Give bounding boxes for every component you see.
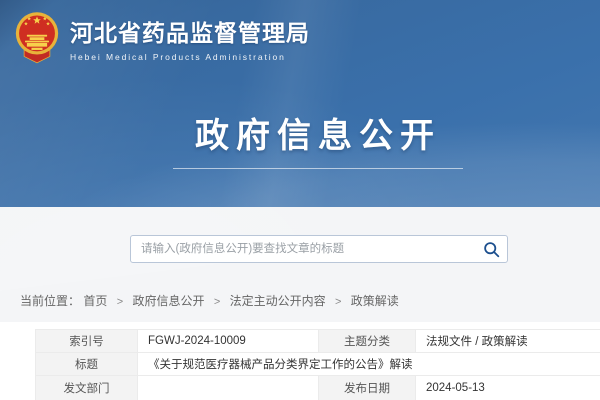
site-title: 河北省药品监督管理局 <box>70 14 310 48</box>
breadcrumb-separator: > <box>117 296 123 308</box>
site-brand-link[interactable]: 河北省药品监督管理局 Hebei Medical Products Admini… <box>14 10 310 66</box>
field-value-issuing-department <box>138 376 319 400</box>
field-label-title: 标题 <box>36 353 138 376</box>
page: 河北省药品监督管理局 Hebei Medical Products Admini… <box>0 0 600 400</box>
breadcrumb-prefix: 当前位置： <box>20 294 80 308</box>
banner: 政府信息公开 <box>36 116 600 169</box>
field-value-index-number: FGWJ-2024-10009 <box>138 330 319 353</box>
field-label-index-number: 索引号 <box>36 330 138 353</box>
breadcrumb-item-statutory-disclosure[interactable]: 法定主动公开内容 <box>230 294 326 308</box>
site-header: 河北省药品监督管理局 Hebei Medical Products Admini… <box>0 0 600 207</box>
field-label-subject-category: 主题分类 <box>319 330 416 353</box>
search-button[interactable] <box>477 237 505 261</box>
field-label-publish-date: 发布日期 <box>319 376 416 400</box>
banner-title: 政府信息公开 <box>36 116 600 156</box>
search-icon <box>483 241 500 258</box>
site-brand-text: 河北省药品监督管理局 Hebei Medical Products Admini… <box>70 14 310 62</box>
table-row: 发文部门 发布日期 2024-05-13 <box>36 376 600 400</box>
breadcrumb-item-policy-interpretation[interactable]: 政策解读 <box>351 294 399 308</box>
breadcrumb-item-home[interactable]: 首页 <box>83 294 107 308</box>
search-bar <box>130 235 508 263</box>
field-value-subject-category: 法规文件 / 政策解读 <box>416 330 600 353</box>
field-value-title: 《关于规范医疗器械产品分类界定工作的公告》解读 <box>138 353 600 376</box>
field-value-publish-date: 2024-05-13 <box>416 376 600 400</box>
breadcrumb: 当前位置： 首页 > 政府信息公开 > 法定主动公开内容 > 政策解读 <box>20 292 399 309</box>
field-label-issuing-department: 发文部门 <box>36 376 138 400</box>
china-national-emblem-icon <box>14 10 60 66</box>
banner-underline <box>173 168 463 169</box>
info-table: 索引号 FGWJ-2024-10009 主题分类 法规文件 / 政策解读 标题 … <box>35 329 600 400</box>
site-subtitle: Hebei Medical Products Administration <box>70 52 310 62</box>
table-row: 索引号 FGWJ-2024-10009 主题分类 法规文件 / 政策解读 <box>36 330 600 353</box>
search-input[interactable] <box>130 235 508 263</box>
breadcrumb-item-gov-info[interactable]: 政府信息公开 <box>133 294 205 308</box>
table-row: 标题 《关于规范医疗器械产品分类界定工作的公告》解读 <box>36 353 600 376</box>
breadcrumb-separator: > <box>335 296 341 308</box>
breadcrumb-separator: > <box>214 296 220 308</box>
